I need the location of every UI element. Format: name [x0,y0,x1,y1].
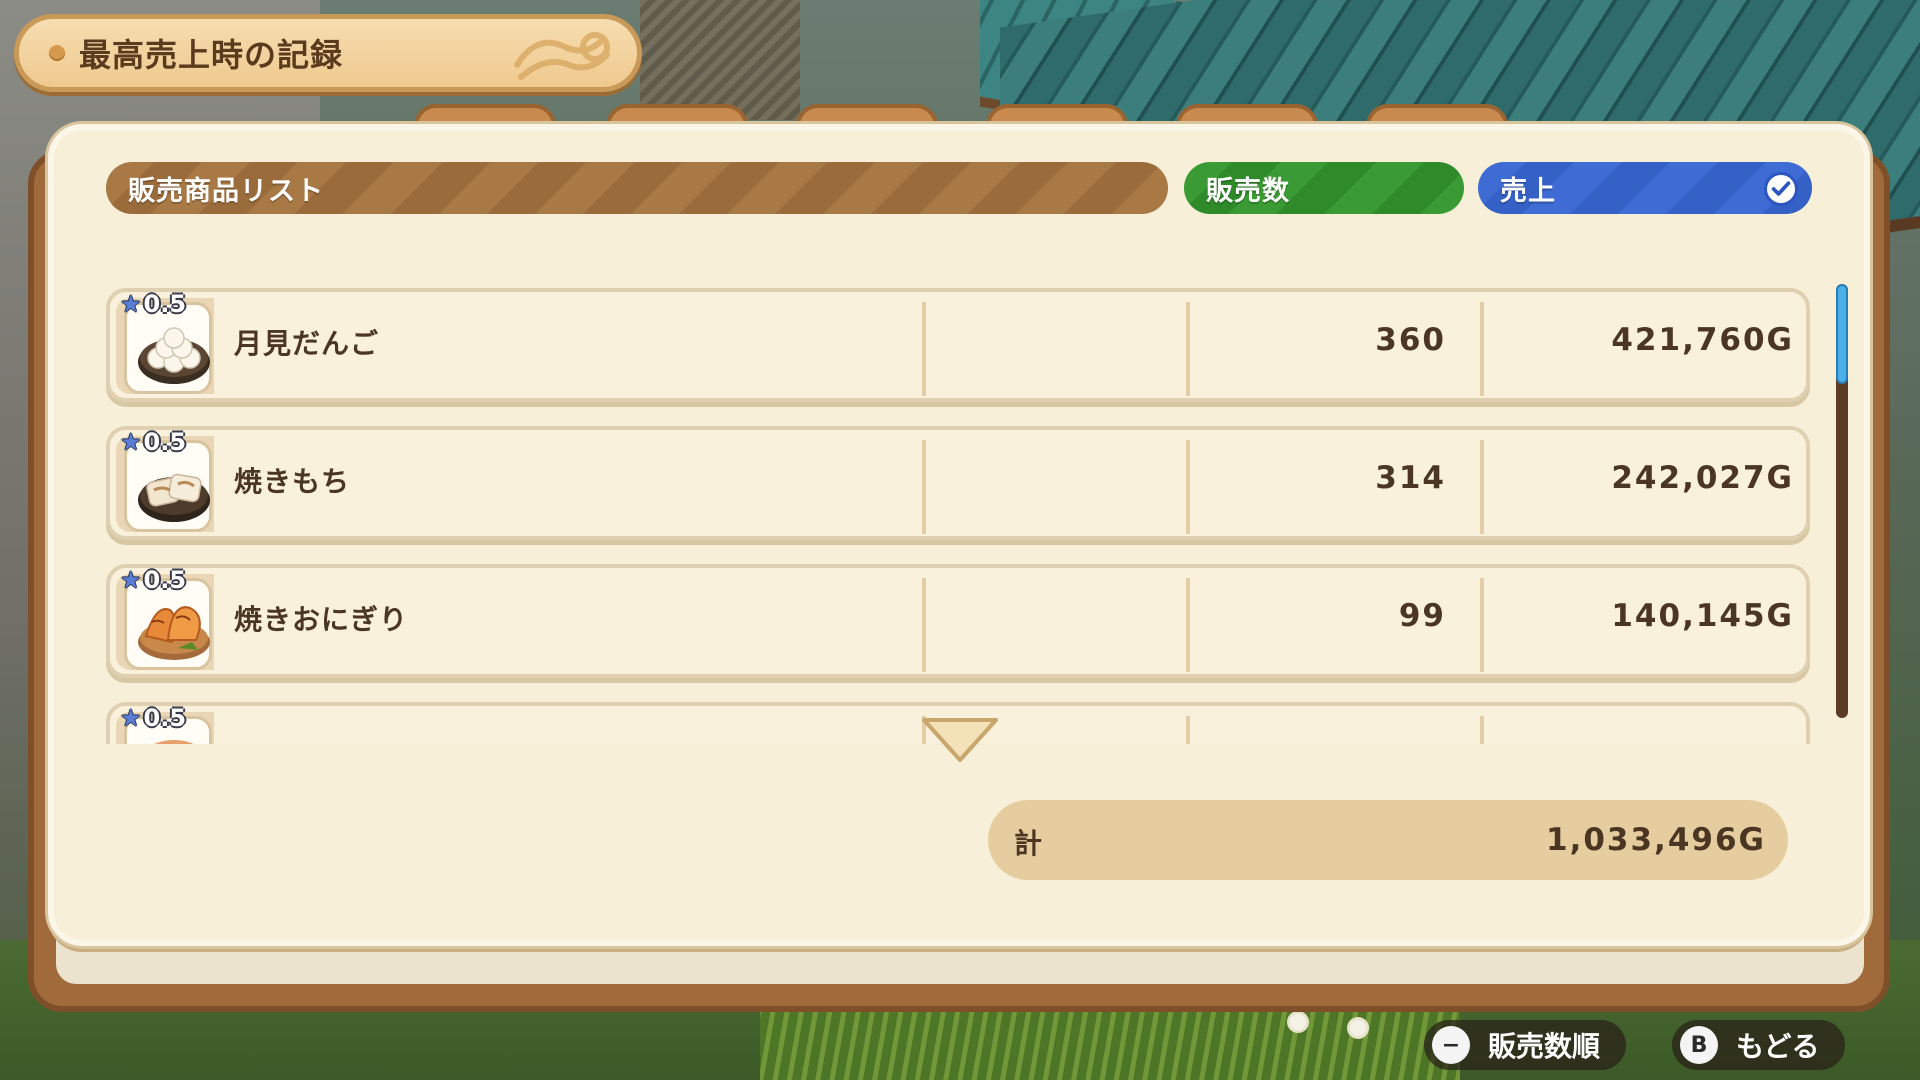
yakimochi-icon [138,473,210,522]
sort-by-sales-tab[interactable]: 売上 [1478,162,1812,214]
back-hint[interactable]: B もどる [1672,1020,1846,1070]
sort-by-count-hint[interactable]: − 販売数順 [1424,1020,1627,1070]
minus-button-icon: − [1432,1026,1470,1064]
sales-header-label: 売上 [1500,175,1556,207]
timber-wall [640,0,800,120]
rarity-badge: ★ 0.5 [120,704,187,732]
star-icon: ★ [120,566,142,594]
count-header-label: 販売数 [1206,175,1290,207]
rarity-badge: ★ 0.5 [120,428,187,456]
item-name: 焼きもち [234,465,351,498]
rarity-badge: ★ 0.5 [120,290,187,318]
sales-amount: 242,027G [1611,460,1794,496]
product-list[interactable]: ★ 0.5 月見だんご 360 421,760G ★ 0.5 焼きもち 314 … [106,286,1814,744]
sold-count: 314 [1375,460,1446,496]
sales-amount: 421,760G [1611,322,1794,358]
list-item[interactable]: ★ 0.5 焼きもち 314 242,027G [106,426,1810,540]
sold-count: 99 [1398,598,1446,634]
list-header: 販売商品リスト [106,162,1168,214]
item-name: 焼きおにぎり [234,603,409,636]
list-item[interactable]: ★ 0.5 月見だんご 360 421,760G [106,288,1810,402]
star-icon: ★ [120,428,142,456]
sales-amount: 140,145G [1611,598,1794,634]
item-name: 月見だんご [234,327,380,360]
tsukimi-dango-icon [138,327,210,384]
flower [1290,1014,1306,1030]
scrollbar[interactable] [1836,284,1848,718]
list-header-label: 販売商品リスト [128,175,324,207]
title-banner: 最高売上時の記録 [14,14,642,92]
ribbon-emblem-icon [514,32,610,80]
star-icon: ★ [120,290,142,318]
bullet-icon [49,45,65,61]
flower [1350,1020,1366,1036]
scrollbar-thumb[interactable] [1836,284,1848,384]
total-bar: 計 1,033,496G [988,800,1788,880]
hint-label: もどる [1736,1030,1820,1063]
star-icon: ★ [120,704,142,732]
hint-label: 販売数順 [1488,1030,1601,1063]
yaki-onigiri-icon [138,606,210,660]
scroll-down-arrow-icon[interactable] [920,716,1000,764]
check-icon [1764,172,1798,206]
rarity-badge: ★ 0.5 [120,566,187,594]
b-button-icon: B [1680,1026,1718,1064]
page-title: 最高売上時の記録 [79,36,344,74]
sort-by-count-tab[interactable]: 販売数 [1184,162,1464,214]
list-item[interactable]: ★ 0.5 焼きおにぎり 99 140,145G [106,564,1810,678]
total-label: 計 [1014,827,1043,860]
total-value: 1,033,496G [1546,822,1766,858]
sold-count: 360 [1375,322,1446,358]
